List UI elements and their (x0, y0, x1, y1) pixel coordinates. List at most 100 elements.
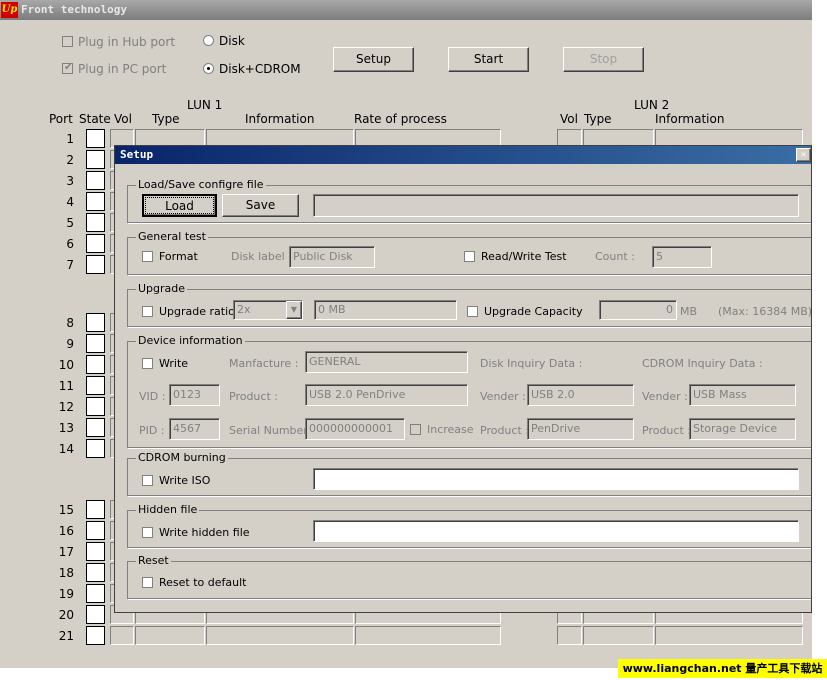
iso-path-field[interactable] (313, 468, 799, 490)
cdrom-title: CDROM burning (136, 451, 228, 464)
cd-vender-caption: Vender : (642, 390, 688, 403)
info-header: Information (245, 112, 315, 126)
state-cell (86, 171, 105, 190)
port-number: 11 (58, 379, 74, 393)
port-number: 4 (66, 195, 74, 209)
loadsave-group: Load/Save configre file Load Save (127, 178, 811, 223)
upgrade-ratio-select[interactable]: 2x ▼ (233, 300, 303, 320)
table-cell (557, 626, 582, 645)
device-info-title: Device information (136, 334, 245, 347)
app-logo-icon: Up (1, 2, 18, 18)
type-header: Type (152, 112, 180, 126)
state-cell (86, 605, 105, 624)
upgrade-capacity-checkbox[interactable] (467, 306, 478, 317)
lun1-label: LUN 1 (187, 98, 223, 112)
max-capacity: (Max: 16384 MB) (718, 305, 812, 318)
manufacture-caption: Manfacture : (229, 357, 299, 370)
state-cell (86, 521, 105, 540)
port-number: 7 (66, 258, 74, 272)
port-number: 19 (58, 587, 74, 601)
format-label: Format (159, 250, 198, 263)
disk-inquiry-caption: Disk Inquiry Data : (480, 357, 583, 370)
serial-field[interactable]: 000000000001 (305, 418, 405, 440)
chevron-down-icon[interactable]: ▼ (286, 301, 302, 319)
disk-radio[interactable] (203, 35, 214, 46)
state-cell (86, 334, 105, 353)
vol2-header: Vol (560, 112, 578, 126)
cd-product-caption: Product : (642, 424, 691, 437)
general-test-title: General test (136, 230, 208, 243)
write-iso-checkbox[interactable] (142, 475, 153, 486)
state-cell (86, 397, 105, 416)
port-number: 13 (58, 421, 74, 435)
upgrade-size-field[interactable]: 0 MB (314, 300, 457, 320)
port-number: 21 (58, 629, 74, 643)
window-title: Front technology (21, 3, 127, 16)
stop-button[interactable]: Stop (563, 47, 644, 72)
state-cell (86, 500, 105, 519)
write-hidden-checkbox[interactable] (142, 527, 153, 538)
port-number: 12 (58, 400, 74, 414)
dialog-title: Setup (120, 148, 154, 161)
save-button[interactable]: Save (222, 194, 299, 217)
manufacture-field[interactable]: GENERAL (305, 351, 468, 373)
port-number: 9 (66, 337, 74, 351)
config-path-field[interactable] (313, 194, 799, 217)
count-field[interactable]: 5 (652, 246, 712, 268)
state-header: State (79, 112, 111, 126)
cd-vender-field[interactable]: USB Mass (689, 384, 796, 406)
increase-checkbox[interactable] (410, 424, 421, 435)
format-checkbox[interactable] (142, 251, 153, 262)
state-cell (86, 418, 105, 437)
vid-caption: VID : (139, 390, 166, 403)
table-cell (206, 626, 354, 645)
dialog-title-bar: Setup ✕ (115, 146, 811, 164)
start-button[interactable]: Start (448, 47, 529, 72)
disk-cdrom-radio[interactable] (203, 63, 214, 74)
state-cell (86, 542, 105, 561)
reset-default-label: Reset to default (159, 576, 247, 589)
port-header: Port (49, 112, 73, 126)
cdrom-group: CDROM burning Write ISO (127, 451, 811, 496)
write-device-label: Write (159, 357, 189, 370)
reset-default-checkbox[interactable] (142, 577, 153, 588)
disk-product-field[interactable]: PenDrive (527, 418, 634, 440)
close-icon[interactable]: ✕ (796, 148, 811, 162)
port-number: 6 (66, 237, 74, 251)
state-cell (86, 234, 105, 253)
load-button[interactable]: Load (142, 194, 217, 217)
disk-label-field[interactable]: Public Disk (289, 246, 375, 268)
title-bar: Up Front technology (0, 0, 812, 20)
vid-field[interactable]: 0123 (169, 384, 220, 406)
hidden-path-field[interactable] (313, 520, 799, 542)
disk-cdrom-radio-label: Disk+CDROM (219, 62, 301, 76)
watermark: www.liangchan.net 量产工具下载站 (618, 659, 827, 678)
port-number: 15 (58, 503, 74, 517)
state-cell (86, 376, 105, 395)
upgrade-ratio-checkbox[interactable] (142, 306, 153, 317)
device-info-group: Device information Write Manfacture : GE… (127, 334, 811, 448)
port-number: 18 (58, 566, 74, 580)
state-cell (86, 129, 105, 148)
pid-field[interactable]: 4567 (169, 418, 220, 440)
setup-button[interactable]: Setup (333, 47, 414, 72)
upgrade-title: Upgrade (136, 282, 188, 295)
setup-dialog: Setup ✕ Load/Save configre file Load Sav… (114, 145, 812, 613)
disk-product-caption: Product : (480, 424, 529, 437)
plug-pc-checkbox[interactable]: ✔ (62, 62, 73, 74)
rw-test-checkbox[interactable] (464, 251, 475, 262)
vol-header: Vol (114, 112, 132, 126)
state-cell (86, 213, 105, 232)
hidden-file-title: Hidden file (136, 503, 200, 516)
state-cell (86, 439, 105, 458)
write-device-checkbox[interactable] (142, 358, 153, 369)
capacity-field[interactable]: 0 (599, 300, 677, 320)
state-cell (86, 563, 105, 582)
product-field[interactable]: USB 2.0 PenDrive (305, 384, 468, 406)
disk-vender-field[interactable]: USB 2.0 (527, 384, 634, 406)
plug-hub-checkbox[interactable] (62, 36, 73, 47)
port-number: 14 (58, 442, 74, 456)
table-cell (355, 626, 501, 645)
cd-product-field[interactable]: Storage Device (689, 418, 796, 440)
port-number: 20 (58, 608, 74, 622)
